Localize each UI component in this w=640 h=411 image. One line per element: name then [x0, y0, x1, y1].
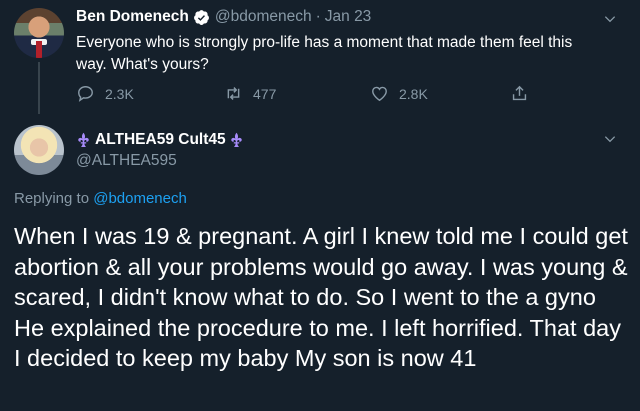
retweet-icon — [227, 87, 240, 100]
replying-to: Replying to @bdomenech — [14, 190, 187, 207]
replying-mention-link[interactable]: @bdomenech — [93, 190, 187, 207]
chevron-down-icon[interactable] — [603, 132, 617, 146]
replying-prefix: Replying to — [14, 190, 90, 207]
parent-tweet[interactable]: Ben Domenech @bdomenech · Jan 23 Everyon… — [0, 0, 640, 118]
handle[interactable]: @ALTHEA595 — [76, 152, 177, 170]
heart-icon — [372, 86, 387, 102]
tweet-header: Ben Domenech @bdomenech · Jan 23 — [76, 8, 371, 26]
tweet-header: ALTHEA59 Cult45 — [76, 131, 244, 149]
share-button[interactable] — [510, 84, 539, 103]
share-icon — [512, 85, 527, 101]
reply-button[interactable]: 2.3K — [76, 84, 134, 103]
chevron-down-icon[interactable] — [603, 12, 617, 26]
handle[interactable]: @bdomenech — [215, 8, 312, 26]
like-count: 2.8K — [399, 85, 428, 102]
thread-line — [38, 62, 40, 114]
tweet-actions: 2.3K 477 2.8K — [76, 84, 556, 104]
separator-dot: · — [315, 8, 321, 25]
display-name[interactable]: ALTHEA59 Cult45 — [95, 131, 226, 149]
avatar[interactable] — [14, 125, 64, 175]
avatar[interactable] — [14, 8, 64, 58]
reply-count: 2.3K — [105, 85, 134, 102]
reply-icon — [78, 86, 93, 102]
display-name[interactable]: Ben Domenech — [76, 8, 189, 26]
retweet-count: 477 — [253, 85, 277, 102]
retweet-button[interactable]: 477 — [224, 84, 276, 103]
timestamp[interactable]: Jan 23 — [325, 8, 372, 26]
fleur-de-lis-icon — [78, 132, 89, 147]
verified-badge-icon — [193, 9, 209, 25]
avatar-tie — [36, 41, 42, 58]
tweet-text: When I was 19 & pregnant. A girl I knew … — [14, 223, 628, 372]
tweet-text: Everyone who is strongly pro-life has a … — [76, 34, 573, 73]
fleur-de-lis-icon — [230, 132, 242, 147]
reply-tweet[interactable]: ALTHEA59 Cult45 @ALTHEA595 Replying to @… — [0, 118, 640, 411]
like-button[interactable]: 2.8K — [370, 84, 428, 103]
